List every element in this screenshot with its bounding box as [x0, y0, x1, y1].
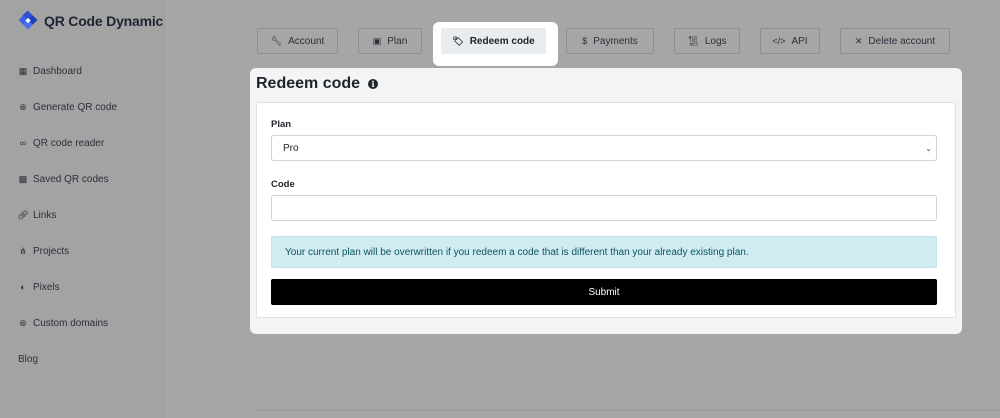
box-icon: ▣: [372, 35, 382, 46]
sidebar-item-saved-qr-codes[interactable]: ▩ Saved QR codes: [18, 161, 117, 197]
grid-icon: ▦: [18, 65, 28, 76]
times-icon: ✕: [854, 35, 863, 46]
globe-icon: ⊛: [19, 317, 27, 328]
redeem-form: Plan Pro ⌄ Code Your current plan will b…: [256, 102, 956, 318]
tab-delete-account[interactable]: ✕ Delete account: [840, 28, 950, 54]
sidebar-item-custom-domains[interactable]: ⊛ Custom domains: [18, 305, 117, 341]
brand-name: QR Code Dynamic: [44, 12, 164, 29]
code-icon: </>: [772, 36, 786, 46]
sidebar-item-dashboard[interactable]: ▦ Dashboard: [18, 53, 117, 89]
info-alert: Your current plan will be overwritten if…: [271, 236, 937, 268]
sidebar-item-label: QR code reader: [33, 137, 105, 149]
tab-label: Payments: [593, 35, 638, 47]
plan-label: Plan: [271, 119, 292, 130]
tab-payments[interactable]: $ Payments: [566, 28, 654, 54]
sidebar-item-label: Saved QR codes: [33, 173, 109, 185]
page-title-text: Redeem code: [256, 75, 361, 92]
sidebar: QR Code Dynamic ▦ Dashboard ⊕ Generate Q…: [0, 0, 165, 418]
sidebar-item-projects[interactable]: ⋔ Projects: [18, 233, 117, 269]
qr-logo-icon: [19, 11, 38, 30]
code-label: Code: [271, 179, 295, 190]
chevron-down-icon: ⌄: [925, 144, 932, 153]
sidebar-nav: ▦ Dashboard ⊕ Generate QR code ∞ QR code…: [17, 53, 117, 377]
sidebar-item-label: Generate QR code: [33, 101, 117, 113]
tab-plan[interactable]: ▣ Plan: [358, 28, 422, 54]
plus-circle-icon: ⊕: [19, 101, 27, 112]
brand-logo[interactable]: QR Code Dynamic: [19, 11, 163, 30]
sidebar-item-label: Pixels: [33, 281, 60, 293]
glasses-icon: ∞: [19, 138, 27, 148]
submit-button[interactable]: Submit: [271, 279, 937, 305]
sidebar-item-label: Custom domains: [33, 317, 109, 329]
tab-logs[interactable]: 📜︎ Logs: [674, 28, 740, 54]
dollar-icon: $: [582, 36, 588, 46]
sidebar-item-links[interactable]: 🔗︎ Links: [17, 197, 117, 233]
tab-api[interactable]: </> API: [760, 28, 820, 54]
scroll-icon: 📜︎: [687, 35, 699, 46]
sidebar-item-label: Blog: [18, 353, 39, 365]
wrench-icon: 🔧︎: [270, 35, 283, 46]
tab-label: Account: [288, 35, 325, 47]
sidebar-item-label: Dashboard: [33, 65, 82, 77]
sidebar-item-label: Links: [33, 209, 57, 221]
project-diagram-icon: ⋔: [19, 245, 27, 256]
tab-label: Delete account: [868, 35, 936, 47]
divider: [256, 410, 1000, 411]
adjust-icon: ◐: [20, 282, 26, 292]
plan-select-value: Pro: [283, 142, 299, 154]
qrcode-icon: ▩: [18, 173, 28, 184]
page-title: Redeem code i: [256, 75, 379, 93]
tab-label: Plan: [387, 35, 408, 47]
sidebar-item-pixels[interactable]: ◐ Pixels: [18, 269, 117, 305]
tab-account[interactable]: 🔧︎ Account: [257, 28, 338, 54]
plan-select[interactable]: Pro ⌄: [271, 135, 937, 161]
sidebar-item-generate-qr-code[interactable]: ⊕ Generate QR code: [18, 89, 117, 125]
sidebar-item-qr-code-reader[interactable]: ∞ QR code reader: [18, 125, 117, 161]
tab-label: Redeem code: [469, 35, 535, 47]
code-input[interactable]: [271, 195, 937, 221]
info-icon[interactable]: i: [368, 79, 379, 89]
tab-redeem-code[interactable]: 🏷︎ Redeem code: [441, 28, 546, 54]
tab-label: Logs: [704, 35, 727, 47]
sidebar-item-blog[interactable]: Blog: [18, 341, 117, 377]
redeem-code-card: Redeem code i Plan Pro ⌄ Code Your curre…: [250, 68, 962, 334]
tags-icon: 🏷︎: [452, 35, 464, 46]
sidebar-item-label: Projects: [33, 245, 70, 257]
link-icon: 🔗︎: [17, 209, 29, 220]
tab-label: API: [791, 35, 808, 47]
